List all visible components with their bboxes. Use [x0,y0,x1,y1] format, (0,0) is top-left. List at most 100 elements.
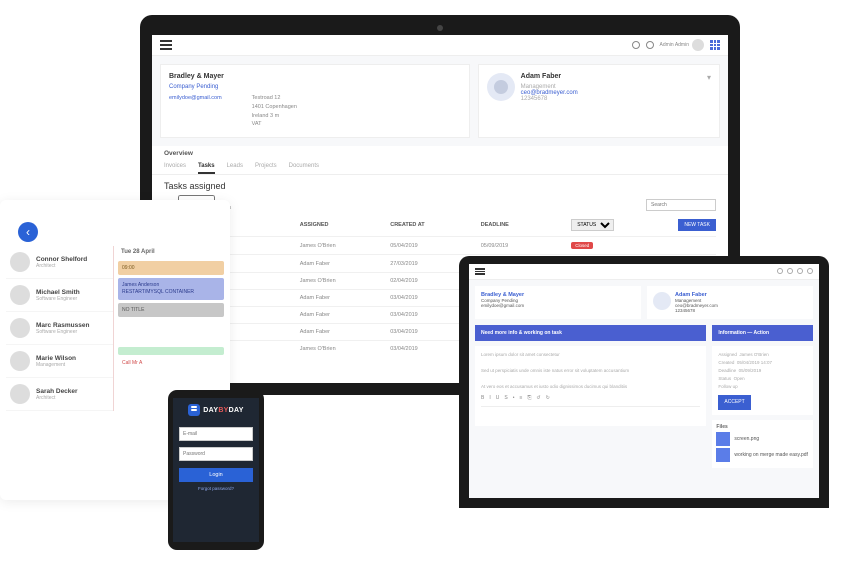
collapse-icon[interactable]: ▾ [707,73,711,129]
password-field[interactable] [179,447,253,461]
header-cards: Bradley & Mayer Company Pending emilydoe… [152,56,728,146]
person-role: Software Engineer [36,329,89,335]
person-row[interactable]: Connor ShelfordArchitect [6,246,113,279]
avatar-icon [10,252,30,272]
file-name: screen.png [734,436,759,442]
person-row[interactable]: Michael SmithSoftware Engineer [6,279,113,312]
task-assigned: Adam Faber [300,312,390,318]
person-row[interactable]: Sarah DeckerArchitect [6,378,113,411]
contact-line2: ceo@bradmeyer.com [675,303,718,308]
desc-line: Lorem ipsum dolor sit amet consectetur [481,351,700,359]
files-label: Files [716,424,809,430]
phone-device: DAYBYDAY Login Forgot password? [168,390,264,550]
avatar-icon [10,318,30,338]
desc-line: Sed ut perspiciatis unde omnis iste natu… [481,367,700,375]
info-label: Follow up [718,383,807,391]
client-name: Bradley & Mayer [169,73,461,80]
phone-screen: DAYBYDAY Login Forgot password? [173,398,259,542]
current-user[interactable]: Admin Admin [660,39,704,51]
globe-icon[interactable] [646,41,654,49]
tab-tasks[interactable]: Tasks [198,163,215,174]
info-label: Created [718,360,734,365]
brand-part3: DAY [229,407,244,414]
laptop-device: Bradley & Mayer Company Pending emilydoe… [459,256,829,508]
info-panel: Assigned James O'Brien Created 05/04/201… [712,346,813,415]
apps-icon[interactable] [807,268,813,274]
search-icon[interactable] [632,41,640,49]
person-row[interactable]: Marc RasmussenSoftware Engineer [6,312,113,345]
task-assigned: James O'Brien [300,346,390,352]
client-line2: emilydoe@gmail.com [481,303,635,308]
brand-part2: BY [218,407,228,414]
avatar-icon [653,292,671,310]
task-created: 05/04/2019 [390,243,481,249]
calendar-event[interactable]: NO TITLE [118,303,224,317]
th-deadline[interactable]: DEADLINE [481,222,571,228]
editor-toolbar[interactable]: BIUS•≡⎘↺↻ [481,391,700,407]
new-task-button[interactable]: NEW TASK [678,219,716,231]
task-title-bar: Need more info & working on task [475,325,706,341]
desc-line: At vero eos et accusamus et iusto odio d… [481,383,700,391]
globe-icon[interactable] [787,268,793,274]
forgot-password-link[interactable]: Forgot password? [198,486,234,491]
login-button[interactable]: Login [179,468,253,482]
client-addr1: Testroad 12 [252,94,297,103]
user-name: Admin Admin [660,42,689,48]
table-row[interactable]: Web developmentJames O'Brien05/04/201905… [164,236,716,254]
task-assigned: James O'Brien [300,278,390,284]
user-icon[interactable] [797,268,803,274]
table-header: ASSIGNED CREATED AT DEADLINE STATUS NEW … [164,214,716,236]
top-bar: Admin Admin [152,35,728,56]
calendar-event[interactable]: James Anderson RESTART/MYSQL CONTAINER [118,278,224,300]
th-created[interactable]: CREATED AT [390,222,481,228]
contact-phone: 12345678 [521,96,578,102]
info-value: Open [734,376,745,381]
file-item[interactable]: working on merge made easy.pdf [716,448,809,462]
th-assigned[interactable]: ASSIGNED [300,222,390,228]
overview-label: Overview [152,146,728,161]
hamburger-icon[interactable] [475,267,485,276]
event-title: RESTART/MYSQL CONTAINER [122,289,220,296]
brand-part1: DAY [203,407,218,414]
calendar-event[interactable]: Call Mr A [118,358,224,368]
client-email[interactable]: emilydoe@gmail.com [169,94,222,103]
search-icon[interactable] [777,268,783,274]
client-company[interactable]: Company Pending [169,84,461,90]
task-assigned: Adam Faber [300,261,390,267]
tab-invoices[interactable]: Invoices [164,163,186,174]
person-name: Connor Shelford [36,256,87,263]
person-role: Architect [36,263,87,269]
file-thumb-icon [716,448,730,462]
info-label: Assigned [718,352,737,357]
tab-projects[interactable]: Projects [255,163,277,174]
avatar-icon [692,39,704,51]
search-input[interactable] [646,199,716,211]
client-addr4: VAT [252,120,297,129]
file-item[interactable]: screen.png [716,432,809,446]
info-label: Deadline [718,368,736,373]
contact-card: Adam Faber Management ceo@bradmeyer.com … [478,64,720,138]
tab-documents[interactable]: Documents [289,163,319,174]
apps-grid-icon[interactable] [710,40,720,50]
camera-dot [437,25,443,31]
topbar-right: Admin Admin [632,39,720,51]
file-name: working on merge made easy.pdf [734,452,808,458]
panel-title: Tasks assigned [164,181,716,191]
tab-leads[interactable]: Leads [227,163,243,174]
back-button[interactable]: ‹ [18,222,38,242]
hamburger-icon[interactable] [160,40,172,50]
calendar-event[interactable]: 09:00 [118,261,224,275]
accept-button[interactable]: ACCEPT [718,395,750,410]
app-logo: DAYBYDAY [188,404,243,416]
info-title-bar: Information — Action [712,325,813,341]
person-row[interactable]: Marie WilsonManagement [6,345,113,378]
info-value: 05/09/2019 [739,368,762,373]
info-value[interactable]: James O'Brien [739,352,768,357]
info-label: Status [718,376,731,381]
calendar-event[interactable] [118,347,224,355]
contact-line3: 12345678 [675,308,718,313]
client-addr2: 1401 Copenhagen [252,103,297,112]
email-field[interactable] [179,427,253,441]
status-filter-select[interactable]: STATUS [571,219,614,231]
day-header: Tue 28 April [118,246,224,258]
